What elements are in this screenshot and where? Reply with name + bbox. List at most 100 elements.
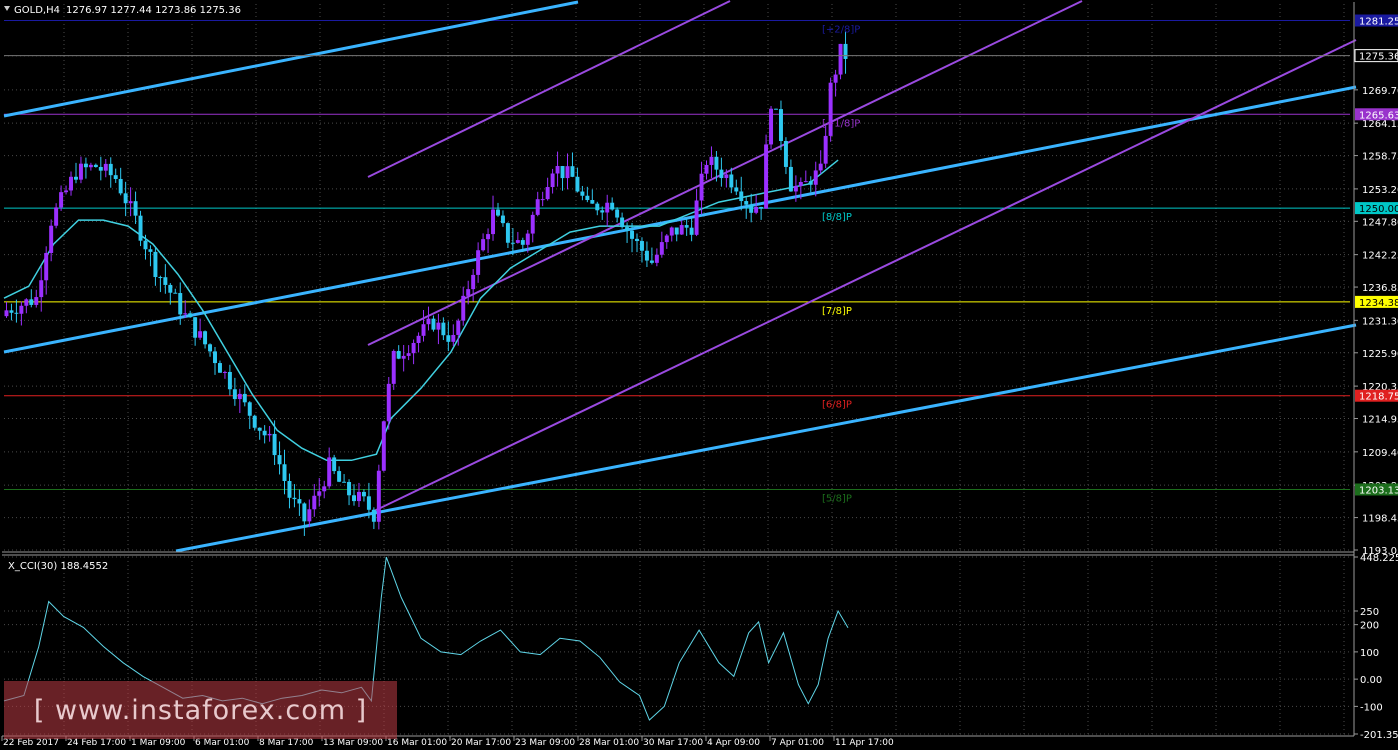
- candle-body: [153, 251, 158, 278]
- candle-body: [272, 433, 277, 456]
- candle-body: [793, 185, 798, 192]
- candle-body: [724, 174, 729, 179]
- symbol-label: GOLD,H4: [14, 5, 60, 16]
- candle-body: [699, 173, 704, 201]
- candle-body: [704, 164, 709, 174]
- candle-body: [396, 350, 401, 359]
- candle-body: [208, 344, 213, 352]
- time-tick-label: 20 Mar 17:00: [451, 738, 511, 748]
- candle-body: [818, 163, 823, 171]
- chart-header: GOLD,H4 1276.97 1277.44 1273.86 1275.36: [4, 5, 241, 16]
- candle-body: [664, 235, 669, 243]
- candle-body: [530, 214, 535, 234]
- candle-body: [133, 201, 138, 216]
- candle-body: [203, 331, 208, 345]
- candle-body: [505, 223, 510, 243]
- candle-body: [500, 215, 505, 224]
- candle-body: [734, 187, 739, 192]
- candle-body: [426, 318, 431, 325]
- candle-body: [496, 209, 500, 216]
- blue-channel-line-mid: [3, 85, 1357, 354]
- time-tick-label: 24 Feb 17:00: [67, 738, 126, 748]
- level-label: [+2/8]P: [822, 25, 860, 36]
- candle-body: [14, 312, 19, 314]
- candle-body: [262, 430, 267, 436]
- price-highlight-label: 1234.38: [1359, 298, 1398, 309]
- candle-body: [486, 234, 491, 240]
- candle-body: [679, 225, 684, 235]
- price-tick-label: 1247.80: [1362, 217, 1398, 228]
- candle-body: [684, 225, 689, 228]
- level-labels: [8/8]P [7/8]P [6/8]P [5/8]P [+1/8]P [+2/8]P: [822, 25, 860, 505]
- level-label: [5/8]P: [822, 493, 852, 504]
- candle-body: [644, 250, 649, 261]
- price-tick-label: 1214.95: [1362, 415, 1398, 426]
- candle-body: [118, 178, 123, 194]
- candle-body: [391, 350, 396, 384]
- candle-body: [744, 201, 749, 205]
- candle-body: [525, 233, 530, 245]
- candle-body: [297, 499, 302, 504]
- candle-body: [669, 227, 674, 236]
- candle-body: [386, 383, 391, 422]
- candle-body: [466, 289, 471, 296]
- candle-body: [163, 277, 168, 285]
- candle-body: [302, 503, 307, 522]
- candle-body: [103, 163, 108, 171]
- time-tick-label: 22 Feb 2017: [3, 738, 59, 748]
- price-axis: 1275.361269.701264.151258.751253.201247.…: [4, 14, 1398, 557]
- candle-body: [515, 240, 520, 243]
- candle-body: [406, 353, 411, 356]
- candle-body: [277, 455, 282, 465]
- current-price-label: 1275.36: [1359, 52, 1398, 63]
- candle-body: [148, 249, 153, 252]
- collapse-arrow-icon[interactable]: [4, 6, 10, 11]
- candle-body: [580, 191, 585, 196]
- candle-body: [739, 191, 744, 202]
- candle-body: [808, 181, 813, 185]
- price-highlight-label: 1281.25: [1359, 17, 1398, 28]
- candle-body: [322, 486, 327, 492]
- candle-body: [198, 331, 203, 338]
- candle-body: [764, 144, 769, 209]
- price-tick-label: 1231.30: [1362, 316, 1398, 327]
- candle-body: [481, 239, 486, 251]
- candle-body: [843, 43, 848, 59]
- candle-body: [371, 509, 376, 522]
- price-tick-label: 1225.90: [1362, 349, 1398, 360]
- candle-body: [366, 496, 371, 510]
- candle-body: [108, 163, 113, 176]
- price-highlight-label: 1218.75: [1359, 392, 1398, 403]
- candle-body: [709, 156, 714, 165]
- price-highlight-label: 1265.63: [1359, 110, 1398, 121]
- candle-body: [332, 457, 337, 472]
- moving-average-line: [3, 159, 839, 462]
- candle-body: [39, 280, 44, 298]
- purple-channel-line-bottom: [371, 39, 1357, 513]
- price-tick-label: 1209.40: [1362, 448, 1398, 459]
- candle-body: [590, 200, 595, 204]
- time-tick-label: 23 Mar 09:00: [515, 738, 575, 748]
- candle-body: [729, 174, 734, 188]
- candle-body: [44, 252, 49, 281]
- candle-body: [798, 182, 803, 186]
- candle-body: [431, 318, 436, 330]
- candle-body: [237, 393, 242, 400]
- candle-body: [491, 209, 496, 235]
- candle-body: [213, 351, 217, 364]
- candle-body: [769, 108, 774, 145]
- cci-tick-label: 0.00: [1360, 675, 1382, 686]
- candle-body: [83, 163, 88, 168]
- price-tick-label: 1253.20: [1362, 185, 1398, 196]
- candle-body: [749, 204, 754, 213]
- candle-body: [585, 195, 590, 201]
- candle-body: [267, 433, 272, 436]
- candle-body: [376, 470, 381, 522]
- cci-tick-label: 100: [1360, 648, 1379, 659]
- candle-body: [193, 317, 198, 338]
- candle-body: [788, 166, 793, 192]
- cci-axis: 448.2258 250 200 100 0.00 -100 -201.3518: [1354, 553, 1398, 741]
- candle-body: [778, 109, 783, 141]
- candle-body: [639, 241, 644, 251]
- candle-body: [342, 481, 347, 483]
